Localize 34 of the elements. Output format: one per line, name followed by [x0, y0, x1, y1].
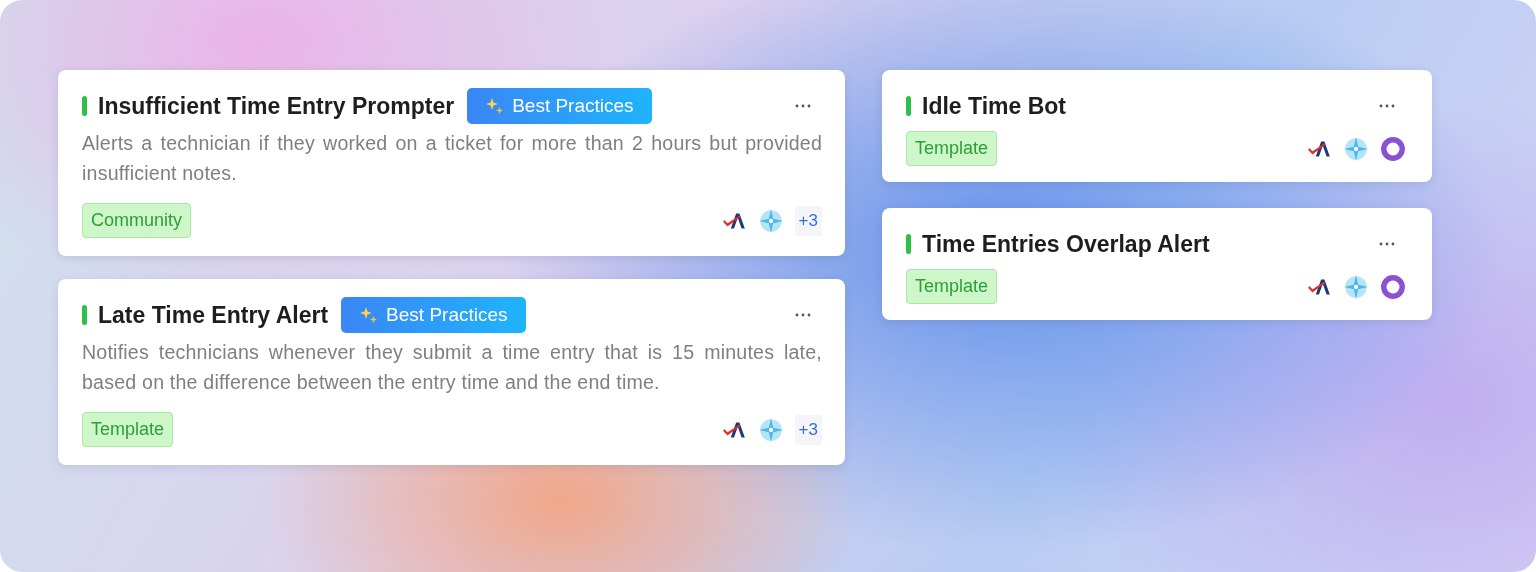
more-options-icon[interactable]: [1378, 104, 1396, 108]
more-count: +3: [794, 205, 822, 236]
card-title: Late Time Entry Alert: [98, 301, 329, 329]
ring-logo-icon: [1380, 273, 1406, 300]
more-options-icon[interactable]: [794, 104, 812, 108]
more-options-icon[interactable]: [1378, 242, 1396, 246]
status-bar-icon: [82, 96, 87, 116]
best-practices-badge: Best Practices: [341, 297, 526, 333]
sparkle-icon: [359, 305, 380, 325]
ring-logo-icon: [1380, 135, 1406, 162]
card-title: Insufficient Time Entry Prompter: [98, 92, 455, 120]
card-title: Time Entries Overlap Alert: [922, 230, 1210, 258]
best-practices-badge: Best Practices: [467, 88, 652, 124]
tag-label: Template: [906, 131, 998, 166]
compass-logo-icon: [1343, 273, 1369, 300]
automation-card[interactable]: Idle Time Bot Template: [882, 70, 1432, 182]
sparkle-icon: [485, 96, 506, 116]
card-description: Notifies technicians whenever they submit a time entry that is 15 minutes late, based on the difference between the entry time and the end time.: [82, 340, 822, 395]
status-bar-icon: [906, 96, 911, 116]
status-bar-icon: [906, 234, 911, 254]
status-bar-icon: [82, 305, 87, 325]
tag-label: Template: [906, 269, 998, 304]
automation-card[interactable]: Insufficient Time Entry Prompter Best Practices Alerts a technician if they worked on a ticket for more than 2 hours but provided insufficient notes. Community +3: [58, 70, 845, 256]
more-options-icon[interactable]: [794, 313, 812, 317]
automation-card[interactable]: Time Entries Overlap Alert Template: [882, 208, 1432, 320]
tag-label: Template: [82, 412, 174, 447]
automation-card[interactable]: Late Time Entry Alert Best Practices Notifies technicians whenever they submit a time entry that is 15 minutes late, based on the difference between the entry time and the end time. Template +3: [58, 279, 845, 465]
card-description: Alerts a technician if they worked on a ticket for more than 2 hours but provided insufficient notes.: [82, 131, 822, 186]
compass-logo-icon: [757, 416, 784, 443]
tag-label: Community: [82, 203, 192, 238]
more-count: +3: [794, 414, 822, 445]
compass-logo-icon: [757, 207, 784, 234]
compass-logo-icon: [1343, 135, 1369, 162]
card-title: Idle Time Bot: [922, 92, 1066, 120]
